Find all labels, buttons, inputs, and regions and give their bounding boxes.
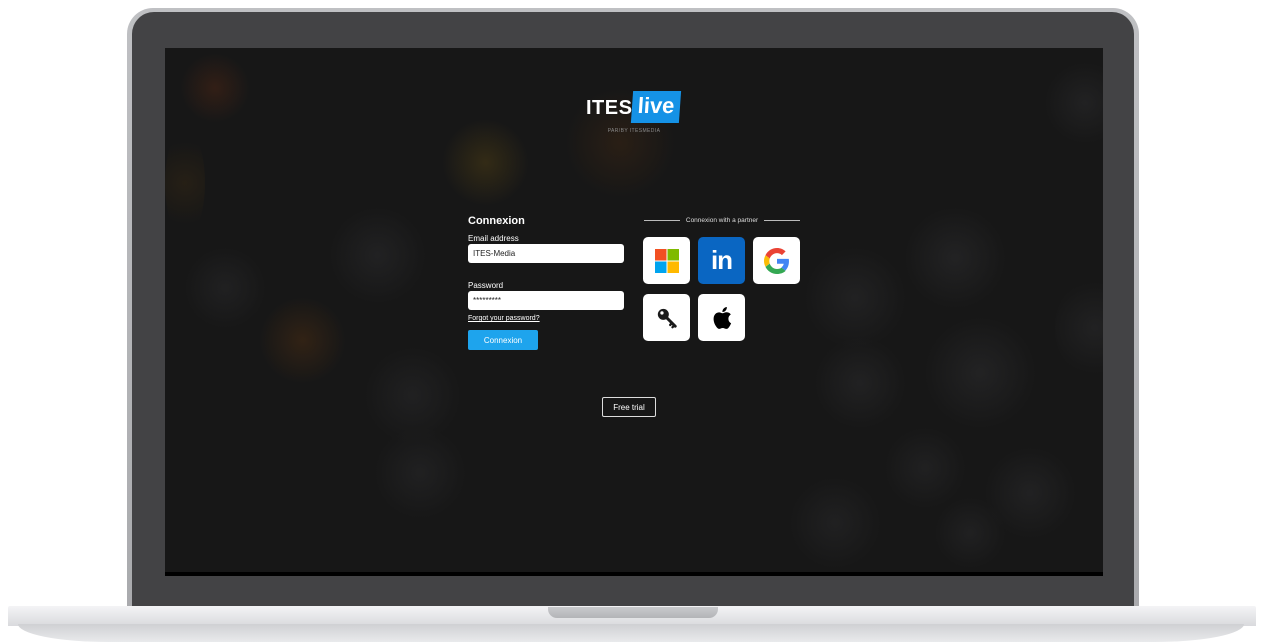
free-trial-button[interactable]: Free trial	[602, 397, 656, 417]
screen-bottom-bar	[165, 572, 1103, 576]
partner-heading-text: Connexion with a partner	[685, 216, 759, 224]
microsoft-icon	[654, 248, 679, 273]
forgot-password-link[interactable]: Forgot your password?	[468, 314, 626, 324]
apple-icon	[713, 306, 731, 329]
key-login-button[interactable]	[643, 294, 690, 341]
key-icon	[657, 308, 677, 328]
login-title: Connexion	[468, 215, 525, 227]
google-login-button[interactable]	[753, 237, 800, 284]
connexion-button[interactable]: Connexion	[468, 330, 538, 350]
apple-login-button[interactable]	[698, 294, 745, 341]
linkedin-icon: in	[710, 245, 733, 275]
laptop-notch	[548, 607, 718, 618]
divider	[644, 219, 680, 221]
google-icon	[763, 247, 789, 274]
login-form: Connexion Email address ITES-Media Passw…	[468, 214, 626, 350]
password-field[interactable]: *********	[468, 291, 624, 310]
logo-brand-text: ITES	[586, 97, 633, 119]
email-field[interactable]: ITES-Media	[468, 244, 624, 263]
divider	[764, 219, 801, 221]
partner-heading: Connexion with a partner	[644, 215, 801, 225]
email-label: Email address	[468, 234, 519, 243]
laptop-base-bottom	[18, 624, 1244, 642]
microsoft-login-button[interactable]	[643, 237, 690, 284]
linkedin-login-button[interactable]: in	[698, 237, 745, 284]
login-screen: ITES live PAR/BY ITESMEDIA Connexion Ema…	[165, 48, 1103, 576]
logo-tagline: PAR/BY ITESMEDIA	[607, 128, 661, 134]
password-label: Password	[468, 281, 504, 290]
logo-live-badge: live	[630, 91, 682, 123]
